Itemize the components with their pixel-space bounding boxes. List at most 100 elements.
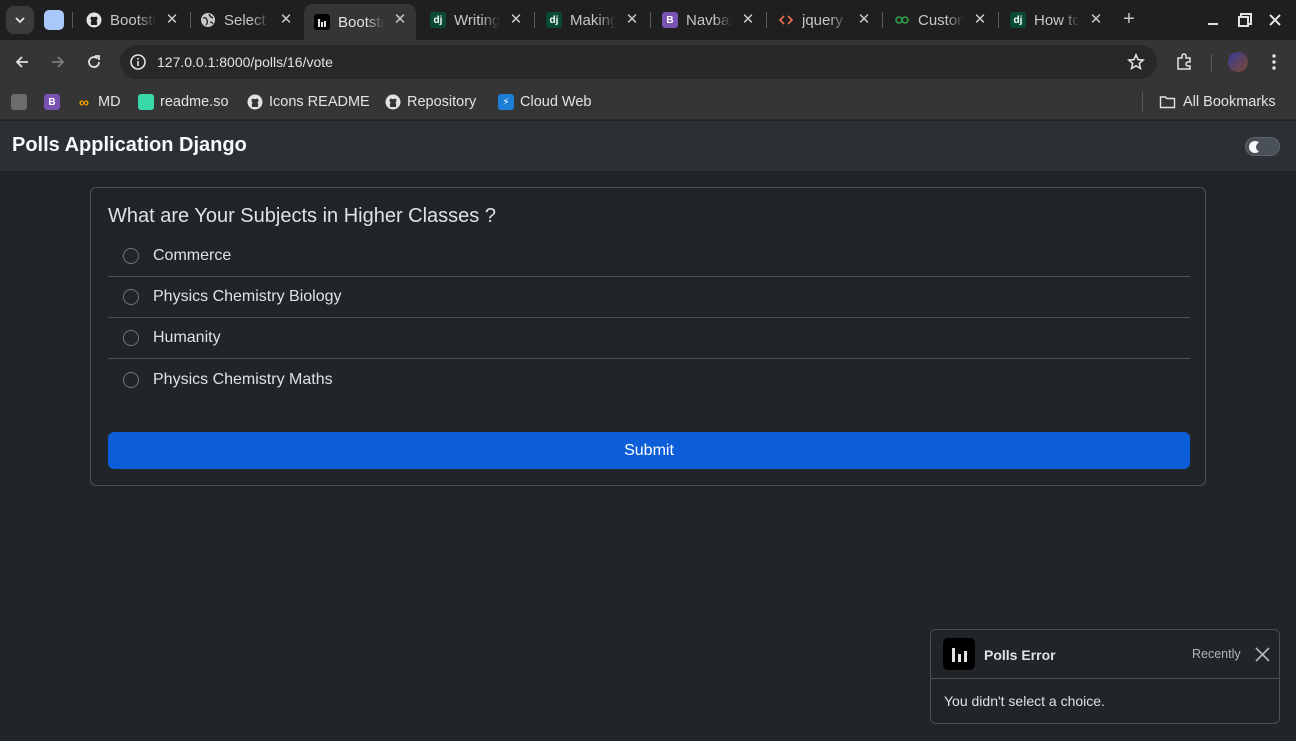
close-icon[interactable]: ✕	[392, 12, 408, 28]
all-bookmarks-button[interactable]: All Bookmarks	[1159, 92, 1276, 112]
choice-label[interactable]: Physics Chemistry Maths	[153, 371, 333, 389]
tab-title: Making	[570, 11, 616, 29]
tab-divider	[534, 12, 535, 28]
close-icon[interactable]: ✕	[856, 12, 872, 28]
tab-divider	[998, 12, 999, 28]
bookmark-label: MD	[98, 94, 121, 110]
tab-3-active[interactable]: Bootstrap ✕	[304, 4, 416, 40]
toast-title: Polls Error	[984, 647, 1056, 663]
all-bookmarks-label: All Bookmarks	[1183, 94, 1276, 110]
submit-button[interactable]: Submit	[108, 432, 1190, 469]
new-tab-button[interactable]: +	[1118, 8, 1140, 30]
close-icon[interactable]: ✕	[278, 12, 294, 28]
bookmarks-divider	[1142, 92, 1143, 112]
choice-radio[interactable]	[123, 330, 139, 346]
choice-item[interactable]: Physics Chemistry Biology	[108, 277, 1190, 318]
toast-header: Polls Error Recently	[931, 630, 1279, 679]
close-window-icon[interactable]	[1265, 10, 1285, 30]
django-icon: dj	[430, 12, 446, 28]
navbar-brand[interactable]: Polls Application Django	[12, 134, 247, 157]
browser-toolbar: 127.0.0.1:8000/polls/16/vote	[0, 40, 1296, 84]
bar-chart-icon	[943, 638, 975, 670]
tab-title: Navbar	[686, 11, 732, 29]
maximize-icon[interactable]	[1235, 10, 1255, 30]
choice-label[interactable]: Commerce	[153, 247, 231, 265]
forward-button[interactable]	[46, 50, 70, 74]
close-icon[interactable]: ✕	[972, 12, 988, 28]
tab-2[interactable]: Select ✕	[190, 4, 302, 36]
kebab-menu-icon[interactable]	[1264, 52, 1284, 72]
toast-timestamp: Recently	[1192, 647, 1241, 661]
arrow-left-icon	[15, 56, 28, 68]
tab-5[interactable]: dj Making ✕	[536, 4, 648, 36]
close-icon[interactable]: ✕	[740, 12, 756, 28]
chevron-down-icon	[15, 17, 25, 24]
choice-radio[interactable]	[123, 248, 139, 264]
browser-tab-strip: Bootstrap ✕ Select ✕ Bootstrap ✕ dj Writ…	[0, 0, 1296, 40]
tab-8[interactable]: Custom ✕	[884, 4, 996, 36]
tab-title: jquery	[802, 11, 843, 29]
link-icon	[894, 12, 910, 28]
extensions-icon[interactable]	[1174, 52, 1194, 72]
bookmark-md[interactable]: ∞ MD	[76, 92, 121, 112]
minimize-icon[interactable]	[1203, 10, 1223, 30]
tab-title: Writing	[454, 11, 500, 29]
django-icon: dj	[546, 12, 562, 28]
tab-divider	[766, 12, 767, 28]
reload-button[interactable]	[82, 50, 106, 74]
bookmark-label: readme.so	[160, 94, 229, 110]
bookmark-icons-readme[interactable]: Icons README	[247, 92, 370, 112]
bookmark-label: Icons README	[269, 94, 370, 110]
bookmark-cloud-web[interactable]: ⚡ Cloud Web	[498, 92, 591, 112]
globe-icon	[200, 12, 216, 28]
choice-radio[interactable]	[123, 289, 139, 305]
bootstrap-icon: B	[662, 12, 678, 28]
tab-4[interactable]: dj Writing ✕	[420, 4, 532, 36]
address-bar[interactable]: 127.0.0.1:8000/polls/16/vote	[120, 45, 1157, 79]
toolbar-divider	[1211, 54, 1212, 72]
moon-icon	[1249, 141, 1266, 153]
choice-item[interactable]: Commerce	[108, 236, 1190, 277]
github-icon	[86, 12, 102, 28]
bookmark-repository[interactable]: Repository	[385, 92, 476, 112]
bookmark-label: Repository	[407, 94, 477, 110]
choice-item[interactable]: Physics Chemistry Maths	[108, 359, 1190, 400]
bookmark-readme[interactable]: readme.so	[138, 92, 229, 112]
tab-search-button[interactable]	[6, 6, 34, 34]
page-icon	[11, 94, 27, 110]
close-icon[interactable]: ✕	[624, 12, 640, 28]
choice-label[interactable]: Humanity	[153, 329, 221, 347]
close-icon[interactable]: ✕	[508, 12, 524, 28]
django-icon: dj	[1010, 12, 1026, 28]
close-icon[interactable]: ✕	[1088, 12, 1104, 28]
bookmark-label: Cloud Web	[520, 94, 592, 110]
tab-7[interactable]: jquery ✕	[768, 4, 880, 36]
theme-toggle-switch[interactable]	[1245, 137, 1280, 156]
reload-icon	[88, 55, 100, 68]
site-info-icon[interactable]	[128, 52, 148, 72]
infinity-icon: ∞	[79, 94, 89, 110]
profile-avatar[interactable]	[1228, 52, 1248, 72]
close-icon[interactable]: ✕	[164, 12, 180, 28]
poll-card: What are Your Subjects in Higher Classes…	[90, 187, 1206, 486]
bookmark-item[interactable]	[11, 92, 33, 112]
tab-9[interactable]: dj How to ✕	[1000, 4, 1112, 36]
tab-group-chip[interactable]	[44, 10, 64, 30]
choice-radio[interactable]	[123, 371, 139, 388]
tab-1[interactable]: Bootstrap ✕	[76, 4, 188, 36]
bookmark-item[interactable]: B	[44, 92, 66, 112]
back-button[interactable]	[10, 50, 34, 74]
toast-message: You didn't select a choice.	[944, 693, 1105, 709]
choice-item[interactable]: Humanity	[108, 318, 1190, 359]
readme-icon	[138, 94, 154, 110]
bar-chart-icon	[314, 14, 330, 30]
tab-title: Select	[224, 11, 266, 29]
choice-label[interactable]: Physics Chemistry Biology	[153, 288, 342, 306]
code-icon	[778, 12, 794, 28]
bookmark-star-icon[interactable]	[1127, 53, 1145, 71]
url-text: 127.0.0.1:8000/polls/16/vote	[157, 54, 333, 70]
tab-title: Bootstrap	[338, 13, 384, 31]
tab-6[interactable]: B Navbar ✕	[652, 4, 764, 36]
close-icon[interactable]	[1254, 646, 1271, 663]
choice-list: Commerce Physics Chemistry Biology Human…	[108, 236, 1190, 400]
